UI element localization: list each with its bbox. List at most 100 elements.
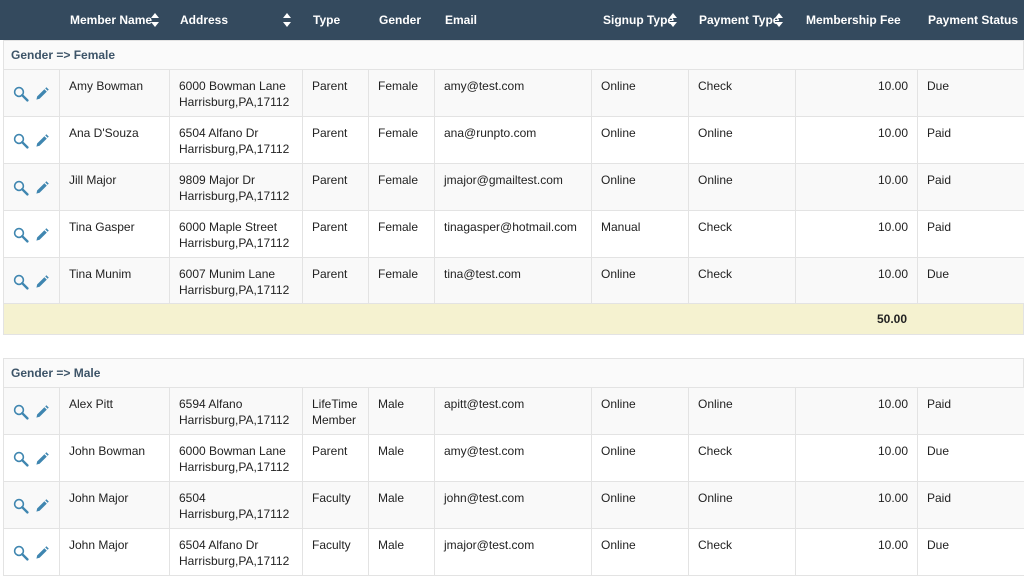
address-line1: 6000 Maple Street [179,220,278,234]
address-line2: Harrisburg,PA,17112 [179,142,290,156]
payment-status: Paid [927,173,952,187]
member-type: Parent [303,435,369,481]
signup-type: Manual [592,211,689,257]
payment-status: Due [927,267,950,281]
table-row[interactable]: Tina Gasper 6000 Maple Street Harrisburg,… [3,211,1024,258]
address: 9809 Major Dr Harrisburg,PA,17112 [170,164,303,210]
membership-fee: 10.00 [796,211,918,257]
member-name: John Bowman [60,435,170,481]
row-actions [3,164,60,210]
payment-type: Online [689,117,796,163]
pencil-icon[interactable] [34,402,50,422]
pencil-icon[interactable] [34,131,50,151]
address: 6000 Bowman Lane Harrisburg,PA,17112 [170,435,303,481]
sort-payment-type-icon[interactable] [775,13,783,27]
table-row[interactable]: Jill Major 9809 Major Dr Harrisburg,PA,17… [3,164,1024,211]
sort-address-icon[interactable] [283,13,291,27]
table-row[interactable]: John Major 6504 Alfano Dr Harrisburg,PA,1… [3,529,1024,576]
payment-type: Online [689,164,796,210]
pencil-icon[interactable] [34,449,50,469]
email: ana@runpto.com [435,117,592,163]
magnifier-icon[interactable] [13,225,29,245]
address-line2: Harrisburg,PA,17112 [179,554,290,568]
payment-status: Due [927,444,950,458]
pencil-icon[interactable] [34,178,50,198]
header-signup-type[interactable]: Signup Type [603,0,678,40]
address-line1: 6594 Alfano [179,397,243,411]
gender: Male [369,482,435,528]
magnifier-icon[interactable] [13,178,29,198]
sort-signup-type-icon[interactable] [669,13,677,27]
table-row[interactable]: Ana D'Souza 6504 Alfano Dr Harrisburg,PA,… [3,117,1024,164]
header-address[interactable]: Address [180,0,270,40]
magnifier-icon[interactable] [13,402,29,422]
gender: Male [369,529,435,575]
pencil-icon[interactable] [34,225,50,245]
member-type: Faculty [303,529,369,575]
member-name: John Major [60,529,170,575]
address-line1: 6504 Alfano Dr [179,538,259,552]
magnifier-icon[interactable] [13,84,29,104]
table-row[interactable]: Tina Munim 6007 Munim Lane Harrisburg,PA,… [3,258,1024,305]
email: tinagasper@hotmail.com [435,211,592,257]
membership-fee: 10.00 [796,164,918,210]
header-membership-fee: Membership Fee [806,13,901,27]
header-payment-status: Payment Status [928,13,1019,27]
group-label: Gender => Female [11,48,116,62]
table-row[interactable]: Amy Bowman 6000 Bowman Lane Harrisburg,PA… [3,70,1024,117]
magnifier-icon[interactable] [13,131,29,151]
member-type: Parent [303,70,369,116]
sort-member-name-icon[interactable] [151,13,159,27]
header-payment-type[interactable]: Payment Type [699,0,782,40]
email: jmajor@gmailtest.com [435,164,592,210]
member-name: Ana D'Souza [60,117,170,163]
payment-type: Online [689,388,796,434]
signup-type: Online [592,70,689,116]
payment-type: Online [689,482,796,528]
member-name: Jill Major [60,164,170,210]
address: 6504 Alfano Dr Harrisburg,PA,17112 [170,529,303,575]
magnifier-icon[interactable] [13,449,29,469]
table-row[interactable]: John Bowman 6000 Bowman Lane Harrisburg,P… [3,435,1024,482]
payment-status: Paid [927,491,952,505]
payment-status: Due [927,538,950,552]
payment-status: Paid [927,126,952,140]
email: jmajor@test.com [435,529,592,575]
table-header: Member Name Address Type Gender Email Si… [0,0,1024,40]
member-type: Parent [303,117,369,163]
signup-type: Online [592,258,689,304]
signup-type: Online [592,164,689,210]
address: 6000 Maple Street Harrisburg,PA,17112 [170,211,303,257]
magnifier-icon[interactable] [13,272,29,292]
pencil-icon[interactable] [34,543,50,563]
address: 6000 Bowman Lane Harrisburg,PA,17112 [170,70,303,116]
address: 6594 Alfano Harrisburg,PA,17112 [170,388,303,434]
member-name: Tina Gasper [60,211,170,257]
header-member-name[interactable]: Member Name [70,0,160,40]
payment-status: Due [927,79,950,93]
address-line2: Harrisburg,PA,17112 [179,189,290,203]
header-email: Email [445,13,478,27]
member-type: Parent [303,258,369,304]
address-line1: 6504 [179,491,206,505]
address-line1: 6504 Alfano Dr [179,126,259,140]
table-row[interactable]: John Major 6504 Harrisburg,PA,17112 Facul… [3,482,1024,529]
address-line1: 9809 Major Dr [179,173,256,187]
address: 6504 Alfano Dr Harrisburg,PA,17112 [170,117,303,163]
payment-type: Check [689,258,796,304]
table-row[interactable]: Alex Pitt 6594 Alfano Harrisburg,PA,17112… [3,388,1024,435]
member-name: Alex Pitt [60,388,170,434]
magnifier-icon[interactable] [13,496,29,516]
pencil-icon[interactable] [34,496,50,516]
gender: Female [369,164,435,210]
pencil-icon[interactable] [34,272,50,292]
payment-type: Check [689,70,796,116]
address-line1: 6007 Munim Lane [179,267,276,281]
address: 6504 Harrisburg,PA,17112 [170,482,303,528]
address: 6007 Munim Lane Harrisburg,PA,17112 [170,258,303,304]
membership-fee: 10.00 [796,482,918,528]
header-gender: Gender [379,13,422,27]
pencil-icon[interactable] [34,84,50,104]
gender: Female [369,70,435,116]
magnifier-icon[interactable] [13,543,29,563]
